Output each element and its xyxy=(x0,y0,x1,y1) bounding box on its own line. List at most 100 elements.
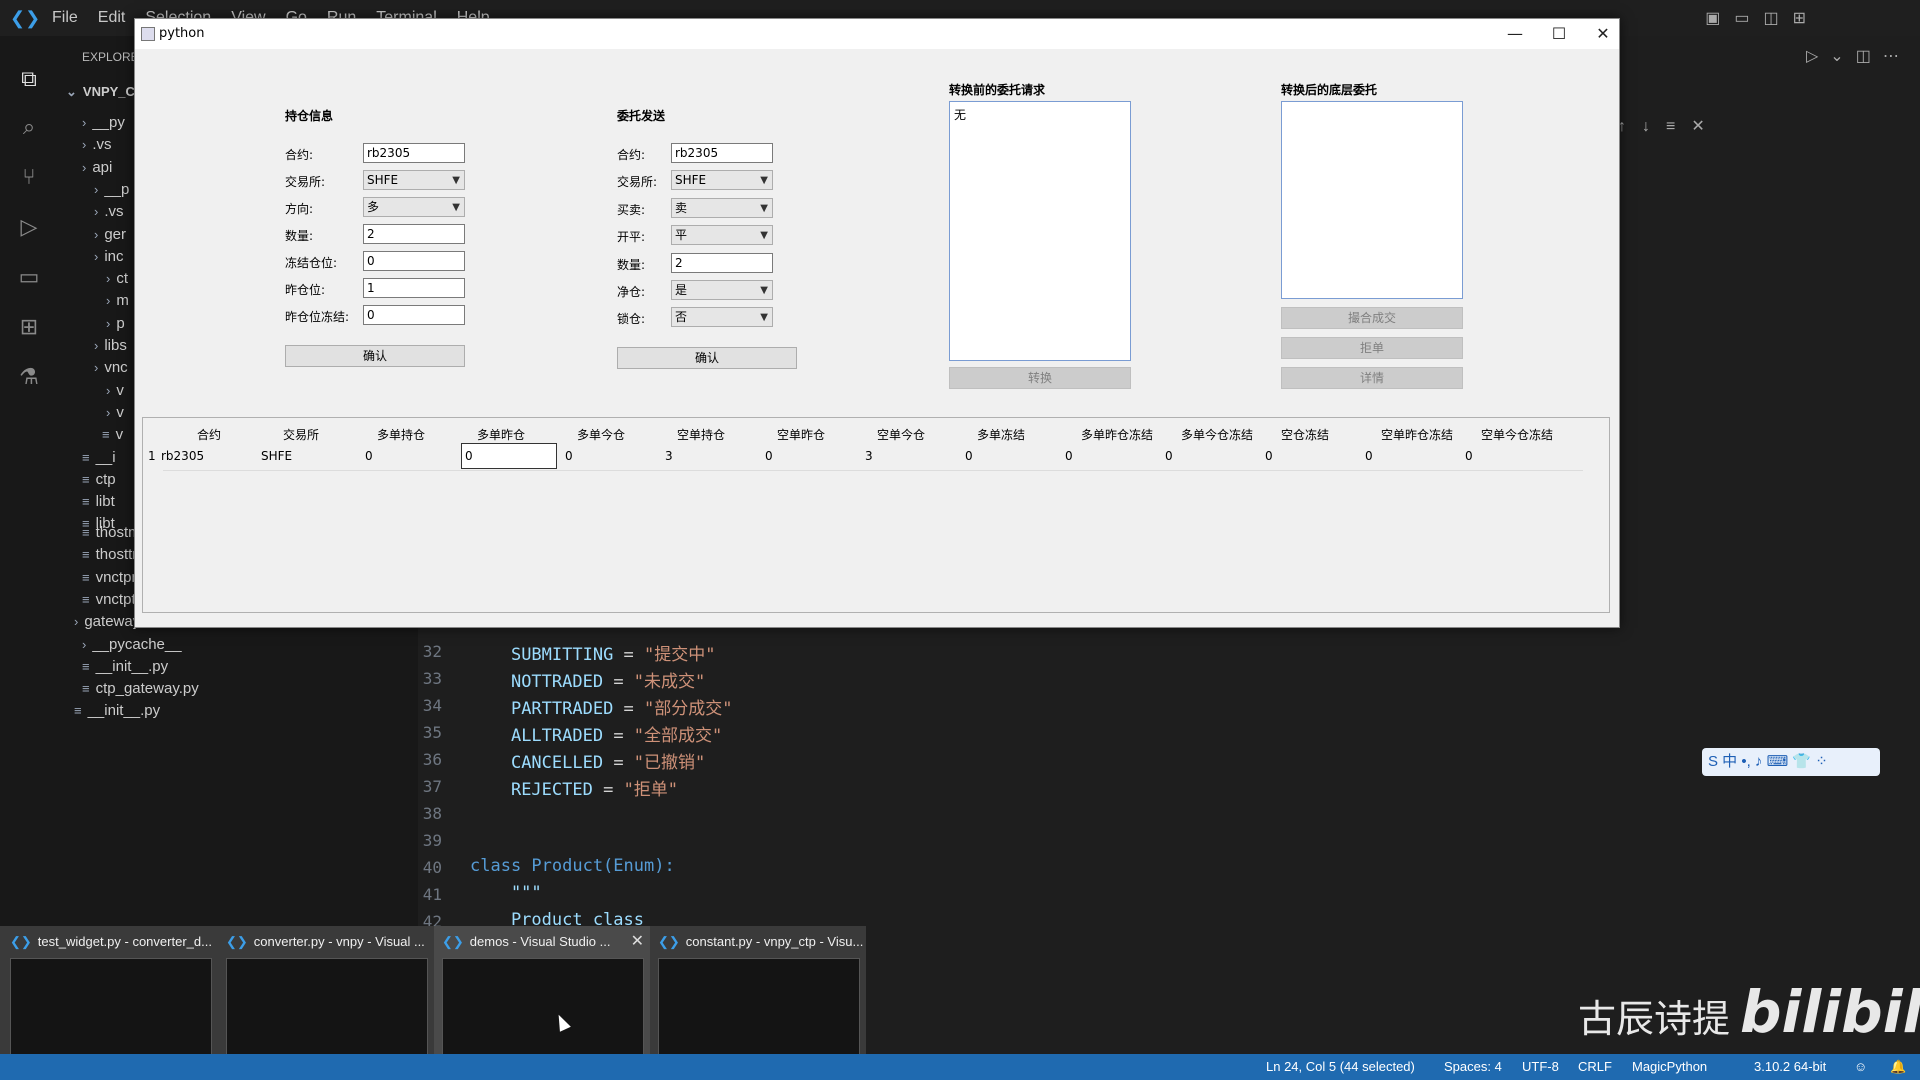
order-field-input[interactable]: rb2305 xyxy=(671,143,773,163)
order-field-select[interactable]: SHFE ▼ xyxy=(671,170,773,191)
table-cell[interactable]: 0 xyxy=(1065,449,1073,463)
tree-item[interactable]: › .vs xyxy=(82,136,112,153)
column-header[interactable]: 多单昨仓 xyxy=(477,426,525,443)
layout-icons[interactable]: ▣▭◫⊞ xyxy=(1705,8,1820,28)
table-cell[interactable]: 0 xyxy=(965,449,973,463)
close-icon[interactable]: ✕ xyxy=(631,931,644,951)
tree-item[interactable]: › libs xyxy=(94,337,127,354)
source-control-icon[interactable]: ⑂ xyxy=(14,162,44,192)
column-header[interactable]: 合约 xyxy=(197,426,221,443)
position-table[interactable]: 合约 交易所 多单持仓 多单昨仓 多单今仓 空单持仓 空单昨仓 空单今仓 多单冻结 多单昨仓冻结 多… xyxy=(142,417,1610,613)
tree-item[interactable]: › m xyxy=(106,292,129,309)
tree-item[interactable]: › api xyxy=(82,159,112,176)
status-spaces[interactable]: Spaces: 4 xyxy=(1444,1059,1502,1074)
remote-explorer-icon[interactable]: ▭ xyxy=(14,262,44,292)
code-line[interactable]: ALLTRADED = "全部成交" xyxy=(470,721,722,746)
table-cell[interactable]: SHFE xyxy=(261,449,292,463)
tree-item[interactable]: › p xyxy=(106,315,125,332)
column-header[interactable]: 多单持仓 xyxy=(377,426,425,443)
position-field-input[interactable]: 2 xyxy=(363,224,465,244)
explorer-icon[interactable]: ⧉ xyxy=(14,64,44,94)
order-field-select[interactable]: 卖 ▼ xyxy=(671,197,773,218)
close-button[interactable]: ✕ xyxy=(1583,23,1623,45)
status-encoding[interactable]: UTF-8 xyxy=(1522,1059,1559,1074)
status-interpreter[interactable]: MagicPython xyxy=(1632,1059,1707,1074)
column-header[interactable]: 空单持仓 xyxy=(677,426,725,443)
before-request-textbox[interactable]: 无 xyxy=(949,101,1131,361)
order-field-select[interactable]: 否 ▼ xyxy=(671,307,773,328)
after-order-textbox[interactable] xyxy=(1281,101,1463,299)
tree-item[interactable]: ≡ __i xyxy=(82,449,116,466)
status-eol[interactable]: CRLF xyxy=(1578,1059,1612,1074)
tree-item[interactable]: › ct xyxy=(106,270,128,287)
position-field-input[interactable]: 0 xyxy=(363,305,465,325)
table-cell[interactable]: 0 xyxy=(1165,449,1173,463)
tree-item[interactable]: ≡ v xyxy=(102,426,123,443)
code-line[interactable]: REJECTED = "拒单" xyxy=(470,775,678,800)
tree-item[interactable]: › ger xyxy=(94,226,126,243)
testing-icon[interactable]: ⚗ xyxy=(14,362,44,392)
column-header[interactable]: 多单冻结 xyxy=(977,426,1025,443)
code-line[interactable]: NOTTRADED = "未成交" xyxy=(470,667,705,692)
column-header[interactable]: 多单今仓 xyxy=(577,426,625,443)
table-cell-editor[interactable]: 0 xyxy=(461,443,557,469)
position-confirm-button[interactable]: 确认 xyxy=(285,345,465,367)
run-debug-icon[interactable]: ▷ xyxy=(14,212,44,242)
tree-item[interactable]: › __p xyxy=(94,181,129,198)
order-field-select[interactable]: 是 ▼ xyxy=(671,280,773,300)
table-cell[interactable]: 0 xyxy=(1265,449,1273,463)
code-line[interactable]: PARTTRADED = "部分成交" xyxy=(470,694,733,719)
code-line[interactable]: CANCELLED = "已撤销" xyxy=(470,748,705,773)
column-header[interactable]: 空仓冻结 xyxy=(1281,426,1329,443)
tree-item[interactable]: › vnc xyxy=(94,359,128,376)
maximize-button[interactable]: ☐ xyxy=(1539,23,1579,45)
feedback-icon[interactable]: ☺ xyxy=(1854,1059,1867,1074)
notification-bell-icon[interactable]: 🔔 xyxy=(1890,1059,1906,1075)
tree-item[interactable]: ≡ __init__.py xyxy=(74,702,160,719)
column-header[interactable]: 多单今仓冻结 xyxy=(1181,426,1253,443)
tree-item[interactable]: › gateway xyxy=(74,613,140,630)
column-header[interactable]: 空单昨仓 xyxy=(777,426,825,443)
tree-item[interactable]: ≡ __init__.py xyxy=(82,658,168,675)
table-cell[interactable]: 0 xyxy=(1465,449,1473,463)
menu-item-1[interactable]: Edit xyxy=(98,9,126,26)
position-field-select[interactable]: 多 ▼ xyxy=(363,197,465,217)
order-confirm-button[interactable]: 确认 xyxy=(617,347,797,369)
table-cell[interactable]: 0 xyxy=(365,449,373,463)
column-header[interactable]: 空单今仓 xyxy=(877,426,925,443)
column-header[interactable]: 空单昨仓冻结 xyxy=(1381,426,1453,443)
details-button[interactable]: 详情 xyxy=(1281,367,1463,389)
table-cell[interactable]: 3 xyxy=(865,449,873,463)
column-header[interactable]: 空单今仓冻结 xyxy=(1481,426,1553,443)
tree-item[interactable]: › inc xyxy=(94,248,124,265)
column-header[interactable]: 交易所 xyxy=(283,426,319,443)
table-cell[interactable]: 0 xyxy=(565,449,573,463)
extensions-icon[interactable]: ⊞ xyxy=(14,312,44,342)
status-version[interactable]: 3.10.2 64-bit xyxy=(1754,1059,1826,1074)
position-field-input[interactable]: rb2305 xyxy=(363,143,465,163)
search-icon[interactable]: ⌕ xyxy=(14,112,44,142)
run-split-icons[interactable]: ▷⌄◫⋯ xyxy=(1806,46,1911,66)
position-field-input[interactable]: 0 xyxy=(363,251,465,271)
ime-toolbar[interactable]: S 中 •, ♪ ⌨ 👕 ⁘ xyxy=(1702,748,1880,776)
tree-item[interactable]: › __pycache__ xyxy=(82,636,182,653)
tree-item[interactable]: ≡ ctp xyxy=(82,471,116,488)
table-cell[interactable]: 0 xyxy=(1365,449,1373,463)
table-cell[interactable]: 0 xyxy=(765,449,773,463)
order-field-select[interactable]: 平 ▼ xyxy=(671,225,773,246)
minimize-button[interactable]: — xyxy=(1495,23,1535,45)
code-line[interactable]: SUBMITTING = "提交中" xyxy=(470,640,716,665)
tree-item[interactable]: › v xyxy=(106,404,124,421)
tree-item[interactable]: › __py xyxy=(82,114,125,131)
order-field-input[interactable]: 2 xyxy=(671,252,773,273)
tree-item[interactable]: ≡ libt xyxy=(82,493,115,510)
tree-item[interactable]: › v xyxy=(106,382,124,399)
tree-item[interactable]: › .vs xyxy=(94,203,124,220)
workspace-root[interactable]: ⌄ VNPY_C xyxy=(66,84,135,100)
find-widget-icons[interactable]: ↑↓≡✕ xyxy=(1618,116,1721,136)
column-header[interactable]: 多单昨仓冻结 xyxy=(1081,426,1153,443)
position-field-select[interactable]: SHFE ▼ xyxy=(363,170,465,190)
code-line[interactable]: """ xyxy=(470,883,542,903)
tree-item[interactable]: ≡ ctp_gateway.py xyxy=(82,680,199,697)
convert-button[interactable]: 转换 xyxy=(949,367,1131,389)
